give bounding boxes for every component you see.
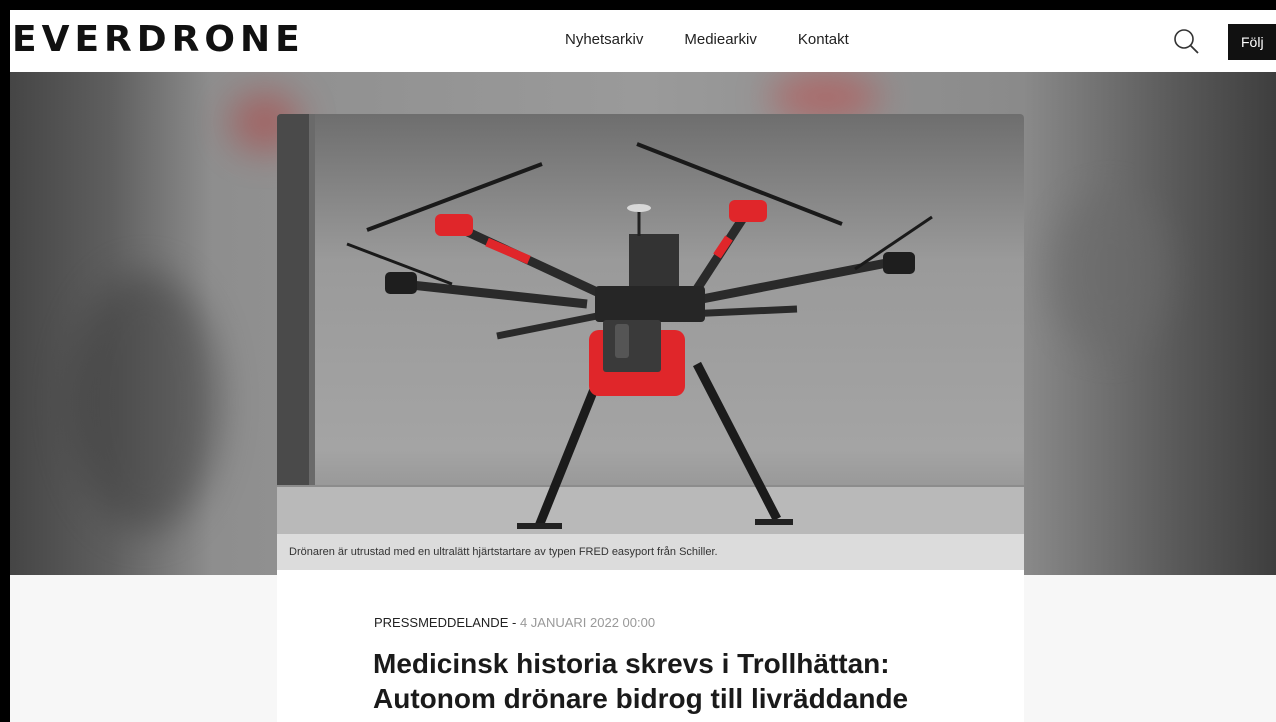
everdrone-logo[interactable]: EVERDRONE: [12, 22, 305, 58]
article-date: 4 JANUARI 2022 00:00: [519, 615, 656, 630]
nav-link-kontakt[interactable]: Kontakt: [798, 31, 849, 48]
article-meta: PRESSMEDDELANDE - 4 JANUARI 2022 00:00: [374, 615, 655, 630]
nav-link-nyhetsarkiv[interactable]: Nyhetsarkiv: [565, 31, 643, 48]
search-icon[interactable]: [1173, 28, 1199, 54]
nav-link-mediearkiv[interactable]: Mediearkiv: [684, 31, 757, 48]
article-card: PRESSMEDDELANDE - 4 JANUARI 2022 00:00 M…: [277, 570, 1024, 722]
photo-caption: Drönaren är utrustad med en ultralätt hj…: [277, 534, 1024, 570]
follow-button[interactable]: Följ: [1228, 24, 1276, 60]
article-title: Medicinsk historia skrevs i Trollhättan:…: [373, 648, 909, 714]
meta-separator: -: [508, 615, 520, 630]
photo-caption-text: Drönaren är utrustad med en ultralätt hj…: [289, 546, 718, 558]
article-type: PRESSMEDDELANDE: [374, 615, 509, 630]
browser-viewport: EVERDRONE Nyhetsarkiv Mediearkiv Kontakt…: [10, 10, 1276, 722]
main-nav: Nyhetsarkiv Mediearkiv Kontakt: [565, 31, 849, 48]
hero-photo-drone: [277, 114, 1024, 534]
site-header: EVERDRONE Nyhetsarkiv Mediearkiv Kontakt…: [10, 10, 1276, 72]
